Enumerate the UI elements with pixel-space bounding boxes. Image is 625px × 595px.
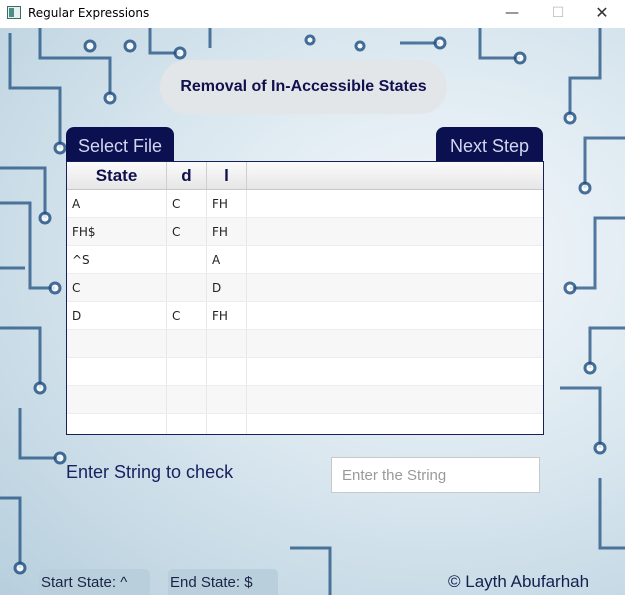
table-cell: [207, 386, 247, 413]
table-cell: FH: [207, 302, 247, 329]
table-row[interactable]: ^S A: [67, 246, 543, 274]
table-cell: FH$: [67, 218, 167, 245]
column-header-d[interactable]: d: [167, 162, 207, 189]
window-title: Regular Expressions: [28, 6, 150, 20]
table-cell: [247, 330, 543, 357]
table-cell: [247, 414, 543, 434]
table-row[interactable]: [67, 414, 543, 434]
table-cell: FH: [207, 218, 247, 245]
table-row[interactable]: FH$ C FH: [67, 218, 543, 246]
column-header-l[interactable]: l: [207, 162, 247, 189]
table-cell: [247, 246, 543, 273]
app-icon: [7, 6, 21, 19]
close-button[interactable]: ✕: [579, 0, 625, 28]
table-cell: [247, 386, 543, 413]
select-file-button[interactable]: Select File: [66, 127, 174, 165]
table-row[interactable]: [67, 386, 543, 414]
column-header-filler: [247, 162, 543, 189]
table-cell: [207, 414, 247, 434]
table-cell: [167, 274, 207, 301]
table-cell: [67, 358, 167, 385]
table-cell: C: [167, 190, 207, 217]
table-cell: [167, 246, 207, 273]
table-row[interactable]: A C FH: [67, 190, 543, 218]
page-title: Removal of In-Accessible States: [160, 60, 447, 114]
table-cell: [67, 414, 167, 434]
table-body: A C FH FH$ C FH ^S A C D D C FH: [67, 190, 543, 434]
table-cell: [247, 218, 543, 245]
table-cell: C: [167, 302, 207, 329]
table-cell: [167, 358, 207, 385]
table-row[interactable]: D C FH: [67, 302, 543, 330]
minimize-button[interactable]: —: [489, 0, 535, 28]
table-cell: C: [167, 218, 207, 245]
table-cell: [207, 358, 247, 385]
table-cell: A: [207, 246, 247, 273]
title-bar: Regular Expressions — ☐ ✕: [0, 0, 625, 28]
table-cell: [247, 302, 543, 329]
table-cell: D: [67, 302, 167, 329]
start-state-label: Start State: ^: [39, 569, 150, 595]
table-cell: [167, 386, 207, 413]
next-step-button[interactable]: Next Step: [436, 127, 543, 165]
copyright-text: © Layth Abufarhah: [448, 572, 590, 591]
string-input[interactable]: [331, 457, 540, 493]
table-cell: D: [207, 274, 247, 301]
table-cell: FH: [207, 190, 247, 217]
table-cell: [247, 190, 543, 217]
table-cell: [247, 358, 543, 385]
check-string-label: Enter String to check: [66, 462, 234, 482]
table-cell: [167, 414, 207, 434]
end-state-label: End State: $: [168, 569, 278, 595]
table-cell: [67, 386, 167, 413]
table-cell: [167, 330, 207, 357]
maximize-button[interactable]: ☐: [535, 0, 581, 28]
table-cell: [207, 330, 247, 357]
table-cell: A: [67, 190, 167, 217]
table-cell: [247, 274, 543, 301]
column-header-state[interactable]: State: [67, 162, 167, 189]
table-cell: C: [67, 274, 167, 301]
table-header: State d l: [67, 162, 543, 190]
table-cell: ^S: [67, 246, 167, 273]
table-cell: [67, 330, 167, 357]
states-table: State d l A C FH FH$ C FH ^S A C D D C FH: [66, 161, 544, 435]
table-row[interactable]: [67, 358, 543, 386]
table-row[interactable]: CD: [67, 274, 543, 302]
app-content: Removal of In-Accessible States Select F…: [0, 28, 625, 595]
table-row[interactable]: [67, 330, 543, 358]
